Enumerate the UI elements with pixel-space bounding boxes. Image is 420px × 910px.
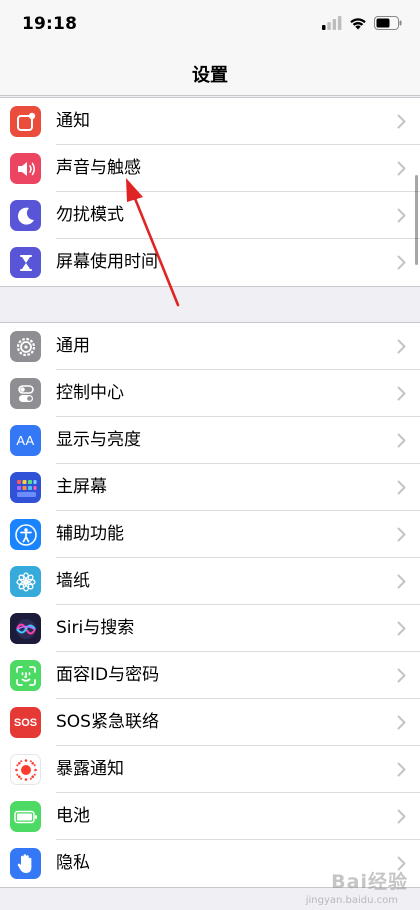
settings-row-control-center[interactable]: 控制中心 [0,370,420,417]
settings-row-label: 电池 [56,806,90,826]
accessibility-icon [10,519,41,550]
notification-icon [10,106,41,137]
siri-icon [10,613,41,644]
chevron-right-icon [397,574,406,589]
settings-row-label: 屏幕使用时间 [56,252,158,272]
hand-icon [10,848,41,879]
chevron-right-icon [397,480,406,495]
chevron-right-icon [397,527,406,542]
settings-row-label: SOS紧急联络 [56,712,159,732]
settings-row-label: 控制中心 [56,383,124,403]
settings-row-label: 通用 [56,336,90,356]
settings-row-label: 主屏幕 [56,477,107,497]
speaker-icon [10,153,41,184]
settings-row-screen-time[interactable]: 屏幕使用时间 [0,239,420,286]
home-grid-icon [10,472,41,503]
chevron-right-icon [397,715,406,730]
settings-row-label: 声音与触感 [56,158,141,178]
settings-row-label: 暴露通知 [56,759,124,779]
settings-group-1: 通知 声音与触感 勿扰模式 屏幕使用时间 [0,97,420,287]
chevron-right-icon [397,621,406,636]
sos-glyph: SOS [13,716,38,729]
chevron-right-icon [397,161,406,176]
face-id-icon [10,660,41,691]
page-title: 设置 [192,65,228,86]
settings-row-exposure-notifications[interactable]: 暴露通知 [0,746,420,793]
settings-row-siri-search[interactable]: Siri与搜索 [0,605,420,652]
battery-icon [10,801,41,832]
settings-row-label: 勿扰模式 [56,205,124,225]
settings-row-label: 隐私 [56,853,90,873]
nav-bar: 设置 [0,48,420,96]
status-icons [322,16,402,30]
wifi-icon [350,18,366,30]
settings-row-label: 面容ID与密码 [56,665,160,685]
settings-row-sounds[interactable]: 声音与触感 [0,145,420,192]
settings-row-label: 墙纸 [56,571,90,591]
chevron-right-icon [397,809,406,824]
scrollbar[interactable] [415,175,418,265]
settings-row-wallpaper[interactable]: 墙纸 [0,558,420,605]
settings-row-home-screen[interactable]: 主屏幕 [0,464,420,511]
chevron-right-icon [397,386,406,401]
chevron-right-icon [397,433,406,448]
chevron-right-icon [397,114,406,129]
toggles-icon [10,378,41,409]
chevron-right-icon [397,668,406,683]
settings-group-2: 通用 控制中心 AA 显示与亮度 主屏幕 辅助功能 墙纸 Siri与搜索 面容I… [0,322,420,888]
battery-status-icon [374,16,402,30]
settings-row-display-brightness[interactable]: AA 显示与亮度 [0,417,420,464]
watermark-logo: Bai经验 [331,871,408,893]
text-size-icon: AA [10,425,41,456]
chevron-right-icon [397,208,406,223]
watermark-url: jingyan.baidu.com [305,895,398,906]
settings-row-label: 通知 [56,111,90,131]
settings-row-do-not-disturb[interactable]: 勿扰模式 [0,192,420,239]
gear-icon [10,331,41,362]
settings-row-label: 辅助功能 [56,524,124,544]
chevron-right-icon [397,762,406,777]
text-size-glyph: AA [16,433,35,448]
settings-row-accessibility[interactable]: 辅助功能 [0,511,420,558]
settings-row-general[interactable]: 通用 [0,323,420,370]
status-time: 19:18 [22,14,78,34]
exposure-icon [10,754,41,785]
chevron-right-icon [397,339,406,354]
settings-row-label: 显示与亮度 [56,430,141,450]
status-bar: 19:18 [0,0,420,48]
moon-icon [10,200,41,231]
settings-row-emergency-sos[interactable]: SOS SOS紧急联络 [0,699,420,746]
sos-icon: SOS [10,707,41,738]
settings-row-face-id[interactable]: 面容ID与密码 [0,652,420,699]
cellular-signal-icon [322,16,342,30]
settings-row-notifications[interactable]: 通知 [0,98,420,145]
chevron-right-icon [397,255,406,270]
settings-row-battery[interactable]: 电池 [0,793,420,840]
flower-icon [10,566,41,597]
settings-row-label: Siri与搜索 [56,618,135,638]
hourglass-icon [10,247,41,278]
